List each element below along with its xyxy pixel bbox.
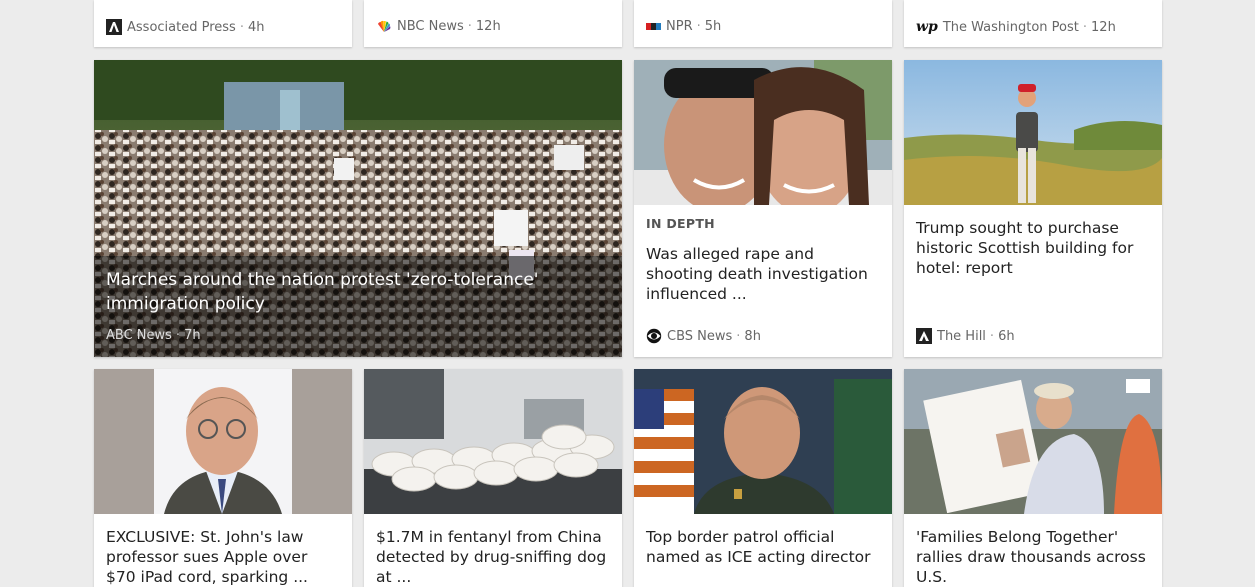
- golf-course-image: [904, 60, 1162, 205]
- ap-logo-icon: [106, 19, 122, 35]
- card-source: NPR · 5h: [646, 19, 721, 34]
- card-title[interactable]: Top border patrol official named as ICE …: [646, 527, 880, 567]
- source-name: The Washington Post: [942, 19, 1079, 35]
- source-name: The Hill: [937, 328, 986, 344]
- nbc-peacock-icon: [376, 20, 392, 34]
- cbs-eye-icon: [646, 328, 662, 344]
- card-title[interactable]: 'Families Belong Together' rallies draw …: [916, 527, 1150, 587]
- age: 6h: [998, 328, 1015, 344]
- news-card-wapo[interactable]: wp The Washington Post · 12h: [904, 0, 1162, 47]
- card-title[interactable]: $1.7M in fentanyl from China detected by…: [376, 527, 610, 587]
- news-card-npr[interactable]: NPR · 5h: [634, 0, 892, 47]
- separator: ·: [1082, 19, 1088, 35]
- fentanyl-packages-image: [364, 369, 622, 514]
- card-source: ABC News · 7h: [106, 328, 201, 343]
- news-card-nbc[interactable]: NBC News · 12h: [364, 0, 622, 47]
- separator: ·: [989, 328, 995, 344]
- card-source: wp The Washington Post · 12h: [916, 19, 1116, 35]
- card-title[interactable]: Was alleged rape and shooting death inve…: [646, 244, 880, 304]
- separator: ·: [239, 19, 244, 35]
- source-name: CBS News: [667, 328, 733, 344]
- age: 8h: [744, 328, 761, 344]
- featured-title[interactable]: Marches around the nation protest 'zero-…: [106, 268, 610, 316]
- card-title[interactable]: EXCLUSIVE: St. John's law professor sues…: [106, 527, 340, 587]
- professor-portrait-image: [94, 369, 352, 514]
- couple-selfie-image: [634, 60, 892, 205]
- card-source: The Hill · 6h: [916, 328, 1015, 344]
- kicker-label: IN DEPTH: [646, 216, 715, 231]
- news-card-families-rally[interactable]: 'Families Belong Together' rallies draw …: [904, 369, 1162, 587]
- border-patrol-official-image: [634, 369, 892, 514]
- card-title[interactable]: Trump sought to purchase historic Scotti…: [916, 218, 1150, 278]
- rally-sign-image: [904, 369, 1162, 514]
- news-card-cbs[interactable]: IN DEPTH Was alleged rape and shooting d…: [634, 60, 892, 357]
- age: 12h: [1091, 19, 1116, 35]
- source-name: ABC News: [106, 328, 172, 343]
- separator: ·: [467, 19, 472, 34]
- age: 5h: [704, 19, 722, 34]
- separator: ·: [736, 328, 741, 344]
- separator: ·: [696, 19, 701, 34]
- news-card-ap[interactable]: Associated Press · 4h: [94, 0, 352, 47]
- news-card-apple-lawsuit[interactable]: EXCLUSIVE: St. John's law professor sues…: [94, 369, 352, 587]
- npr-logo-icon: [646, 23, 661, 30]
- card-source: Associated Press · 4h: [106, 19, 264, 35]
- age: 12h: [475, 19, 501, 34]
- news-card-fentanyl[interactable]: $1.7M in fentanyl from China detected by…: [364, 369, 622, 587]
- card-source: NBC News · 12h: [376, 19, 501, 34]
- card-source: CBS News · 8h: [646, 328, 761, 344]
- source-name: Associated Press: [127, 19, 236, 35]
- age: 4h: [247, 19, 265, 35]
- source-name: NBC News: [397, 19, 464, 34]
- age: 7h: [184, 328, 201, 343]
- the-hill-logo-icon: [916, 328, 932, 344]
- news-card-the-hill[interactable]: Trump sought to purchase historic Scotti…: [904, 60, 1162, 357]
- source-name: NPR: [666, 19, 693, 34]
- wp-logo-icon: wp: [916, 19, 938, 35]
- news-card-ice-director[interactable]: Top border patrol official named as ICE …: [634, 369, 892, 587]
- featured-news-card[interactable]: Marches around the nation protest 'zero-…: [94, 60, 622, 357]
- separator: ·: [175, 328, 181, 343]
